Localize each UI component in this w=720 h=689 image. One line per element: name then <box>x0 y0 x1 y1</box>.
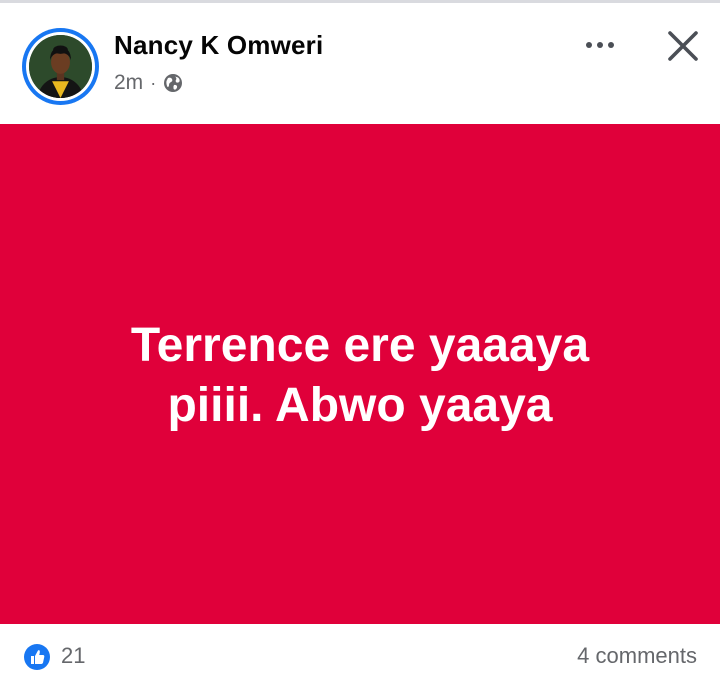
like-icon[interactable] <box>24 644 50 670</box>
post-footer: 21 4 comments <box>0 624 720 689</box>
post-header: Nancy K Omweri 2m · <box>0 3 720 124</box>
profile-photo <box>29 35 92 98</box>
post-content-background[interactable]: Terrence ere yaaaya piiii. Abwo yaaya <box>0 124 720 624</box>
globe-icon[interactable] <box>163 73 183 93</box>
post-text: Terrence ere yaaaya piiii. Abwo yaaya <box>130 319 590 432</box>
post-time[interactable]: 2m <box>114 71 143 95</box>
author-name[interactable]: Nancy K Omweri <box>114 30 323 61</box>
profile-photo-image <box>29 35 92 98</box>
reaction-count[interactable]: 21 <box>61 643 85 669</box>
comments-count[interactable]: 4 comments <box>577 643 697 669</box>
post-meta: 2m · <box>114 71 183 95</box>
meta-separator: · <box>150 72 157 93</box>
more-options-icon[interactable] <box>578 31 622 59</box>
close-icon[interactable] <box>662 25 704 67</box>
avatar[interactable] <box>22 28 99 105</box>
